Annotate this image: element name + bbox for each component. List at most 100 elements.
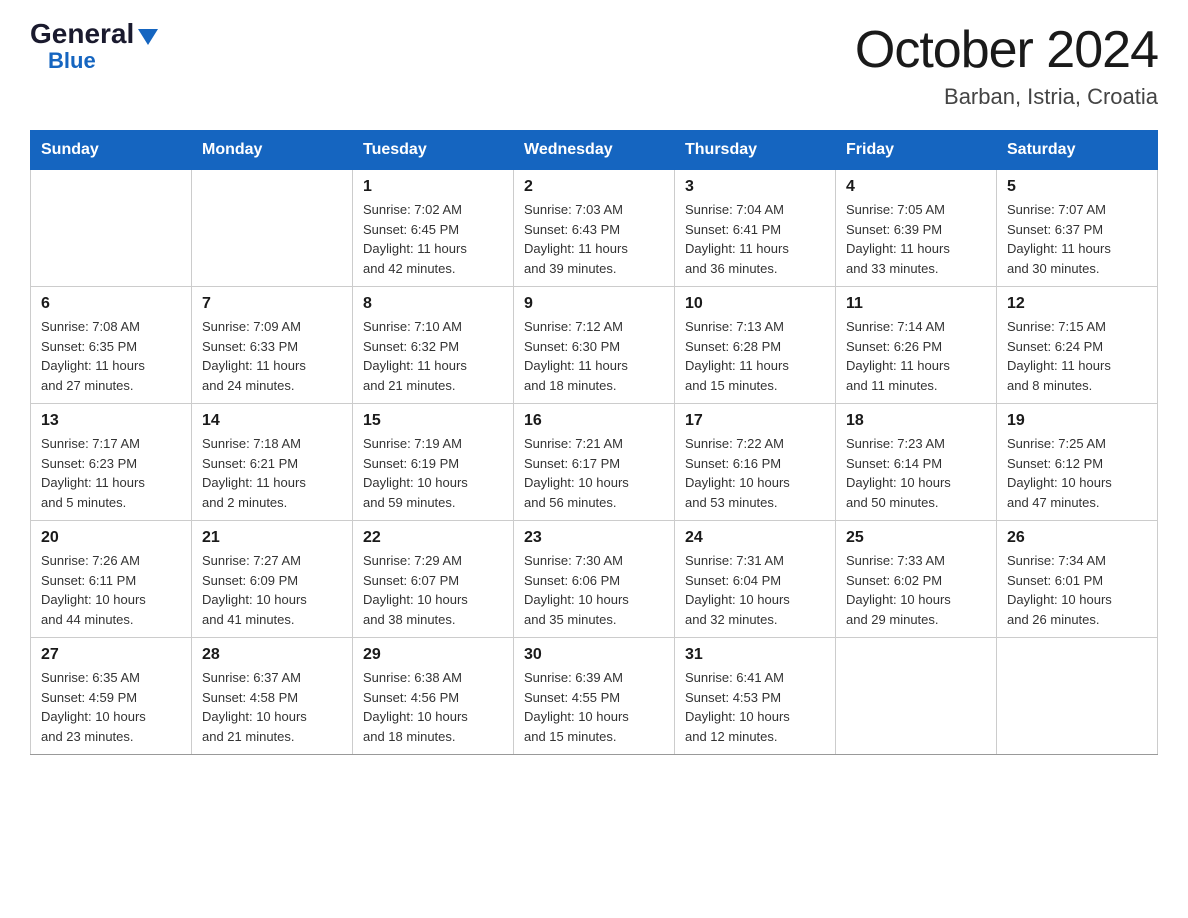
calendar-cell: 14 Sunrise: 7:18 AM Sunset: 6:21 PM Dayli…	[192, 404, 353, 521]
header-tuesday: Tuesday	[353, 131, 514, 170]
day-number: 17	[685, 412, 825, 430]
calendar-cell: 10 Sunrise: 7:13 AM Sunset: 6:28 PM Dayli…	[675, 287, 836, 404]
calendar-header-row: Sunday Monday Tuesday Wednesday Thursday…	[31, 131, 1158, 170]
calendar-cell: 16 Sunrise: 7:21 AM Sunset: 6:17 PM Dayli…	[514, 404, 675, 521]
calendar-cell: 26 Sunrise: 7:34 AM Sunset: 6:01 PM Dayli…	[997, 521, 1158, 638]
day-info: Sunrise: 7:27 AM Sunset: 6:09 PM Dayligh…	[202, 551, 342, 629]
header-saturday: Saturday	[997, 131, 1158, 170]
header-thursday: Thursday	[675, 131, 836, 170]
calendar-cell: 18Sunrise: 7:23 AM Sunset: 6:14 PM Dayli…	[836, 404, 997, 521]
day-number: 15	[363, 412, 503, 430]
day-number: 13	[41, 412, 181, 430]
day-info: Sunrise: 7:12 AM Sunset: 6:30 PM Dayligh…	[524, 317, 664, 395]
day-number: 14	[202, 412, 342, 430]
calendar-cell: 29 Sunrise: 6:38 AM Sunset: 4:56 PM Dayli…	[353, 638, 514, 755]
logo-blue-text: Blue	[48, 48, 96, 74]
calendar-cell: 13 Sunrise: 7:17 AM Sunset: 6:23 PM Dayli…	[31, 404, 192, 521]
day-info: Sunrise: 7:05 AM Sunset: 6:39 PM Dayligh…	[846, 200, 986, 278]
calendar-cell: 31Sunrise: 6:41 AM Sunset: 4:53 PM Dayli…	[675, 638, 836, 755]
calendar-subtitle: Barban, Istria, Croatia	[855, 84, 1158, 110]
day-number: 6	[41, 295, 181, 313]
header-monday: Monday	[192, 131, 353, 170]
header-friday: Friday	[836, 131, 997, 170]
day-info: Sunrise: 7:07 AM Sunset: 6:37 PM Dayligh…	[1007, 200, 1147, 278]
calendar-week-2: 6 Sunrise: 7:08 AM Sunset: 6:35 PM Daylig…	[31, 287, 1158, 404]
day-info: Sunrise: 6:35 AM Sunset: 4:59 PM Dayligh…	[41, 668, 181, 746]
day-info: Sunrise: 7:13 AM Sunset: 6:28 PM Dayligh…	[685, 317, 825, 395]
day-info: Sunrise: 7:29 AM Sunset: 6:07 PM Dayligh…	[363, 551, 503, 629]
calendar-cell: 20 Sunrise: 7:26 AM Sunset: 6:11 PM Dayli…	[31, 521, 192, 638]
calendar-week-1: 1Sunrise: 7:02 AM Sunset: 6:45 PM Daylig…	[31, 170, 1158, 287]
day-info: Sunrise: 7:03 AM Sunset: 6:43 PM Dayligh…	[524, 200, 664, 278]
day-info: Sunrise: 7:17 AM Sunset: 6:23 PM Dayligh…	[41, 434, 181, 512]
day-info: Sunrise: 7:25 AM Sunset: 6:12 PM Dayligh…	[1007, 434, 1147, 512]
day-info: Sunrise: 6:39 AM Sunset: 4:55 PM Dayligh…	[524, 668, 664, 746]
calendar-week-4: 20 Sunrise: 7:26 AM Sunset: 6:11 PM Dayli…	[31, 521, 1158, 638]
calendar-cell: 22 Sunrise: 7:29 AM Sunset: 6:07 PM Dayli…	[353, 521, 514, 638]
calendar-week-3: 13 Sunrise: 7:17 AM Sunset: 6:23 PM Dayli…	[31, 404, 1158, 521]
day-number: 31	[685, 646, 825, 664]
calendar-cell: 5 Sunrise: 7:07 AM Sunset: 6:37 PM Daylig…	[997, 170, 1158, 287]
logo-general-text: General	[30, 20, 134, 48]
day-number: 19	[1007, 412, 1147, 430]
calendar-cell	[997, 638, 1158, 755]
day-info: Sunrise: 7:33 AM Sunset: 6:02 PM Dayligh…	[846, 551, 986, 629]
day-info: Sunrise: 6:38 AM Sunset: 4:56 PM Dayligh…	[363, 668, 503, 746]
calendar-cell: 12Sunrise: 7:15 AM Sunset: 6:24 PM Dayli…	[997, 287, 1158, 404]
day-info: Sunrise: 7:08 AM Sunset: 6:35 PM Dayligh…	[41, 317, 181, 395]
day-info: Sunrise: 7:21 AM Sunset: 6:17 PM Dayligh…	[524, 434, 664, 512]
day-number: 28	[202, 646, 342, 664]
calendar-cell: 8Sunrise: 7:10 AM Sunset: 6:32 PM Daylig…	[353, 287, 514, 404]
logo-triangle-icon	[138, 29, 158, 45]
day-info: Sunrise: 6:37 AM Sunset: 4:58 PM Dayligh…	[202, 668, 342, 746]
day-info: Sunrise: 7:10 AM Sunset: 6:32 PM Dayligh…	[363, 317, 503, 395]
calendar-title: October 2024	[855, 20, 1158, 80]
day-number: 1	[363, 178, 503, 196]
calendar-cell: 27Sunrise: 6:35 AM Sunset: 4:59 PM Dayli…	[31, 638, 192, 755]
calendar-cell	[192, 170, 353, 287]
day-number: 29	[363, 646, 503, 664]
day-info: Sunrise: 7:09 AM Sunset: 6:33 PM Dayligh…	[202, 317, 342, 395]
calendar-cell	[836, 638, 997, 755]
calendar-cell	[31, 170, 192, 287]
calendar-cell: 11 Sunrise: 7:14 AM Sunset: 6:26 PM Dayli…	[836, 287, 997, 404]
calendar-cell: 4 Sunrise: 7:05 AM Sunset: 6:39 PM Daylig…	[836, 170, 997, 287]
calendar-cell: 25 Sunrise: 7:33 AM Sunset: 6:02 PM Dayli…	[836, 521, 997, 638]
calendar-cell: 30 Sunrise: 6:39 AM Sunset: 4:55 PM Dayli…	[514, 638, 675, 755]
day-number: 16	[524, 412, 664, 430]
day-number: 20	[41, 529, 181, 547]
day-number: 11	[846, 295, 986, 313]
day-number: 26	[1007, 529, 1147, 547]
day-number: 22	[363, 529, 503, 547]
calendar-cell: 9Sunrise: 7:12 AM Sunset: 6:30 PM Daylig…	[514, 287, 675, 404]
calendar-week-5: 27Sunrise: 6:35 AM Sunset: 4:59 PM Dayli…	[31, 638, 1158, 755]
day-info: Sunrise: 7:23 AM Sunset: 6:14 PM Dayligh…	[846, 434, 986, 512]
day-number: 21	[202, 529, 342, 547]
calendar-cell: 15 Sunrise: 7:19 AM Sunset: 6:19 PM Dayli…	[353, 404, 514, 521]
calendar-cell: 1Sunrise: 7:02 AM Sunset: 6:45 PM Daylig…	[353, 170, 514, 287]
header-sunday: Sunday	[31, 131, 192, 170]
day-number: 5	[1007, 178, 1147, 196]
calendar-cell: 6 Sunrise: 7:08 AM Sunset: 6:35 PM Daylig…	[31, 287, 192, 404]
day-info: Sunrise: 7:18 AM Sunset: 6:21 PM Dayligh…	[202, 434, 342, 512]
day-info: Sunrise: 7:14 AM Sunset: 6:26 PM Dayligh…	[846, 317, 986, 395]
day-info: Sunrise: 7:19 AM Sunset: 6:19 PM Dayligh…	[363, 434, 503, 512]
day-number: 24	[685, 529, 825, 547]
day-number: 2	[524, 178, 664, 196]
day-info: Sunrise: 7:26 AM Sunset: 6:11 PM Dayligh…	[41, 551, 181, 629]
calendar-cell: 3Sunrise: 7:04 AM Sunset: 6:41 PM Daylig…	[675, 170, 836, 287]
calendar-table: Sunday Monday Tuesday Wednesday Thursday…	[30, 130, 1158, 755]
title-block: October 2024 Barban, Istria, Croatia	[855, 20, 1158, 110]
page-header: General Blue October 2024 Barban, Istria…	[30, 20, 1158, 110]
calendar-cell: 19 Sunrise: 7:25 AM Sunset: 6:12 PM Dayli…	[997, 404, 1158, 521]
day-info: Sunrise: 7:04 AM Sunset: 6:41 PM Dayligh…	[685, 200, 825, 278]
day-info: Sunrise: 7:34 AM Sunset: 6:01 PM Dayligh…	[1007, 551, 1147, 629]
day-number: 4	[846, 178, 986, 196]
day-number: 25	[846, 529, 986, 547]
logo: General Blue	[30, 20, 158, 74]
day-number: 30	[524, 646, 664, 664]
day-info: Sunrise: 7:31 AM Sunset: 6:04 PM Dayligh…	[685, 551, 825, 629]
day-number: 10	[685, 295, 825, 313]
calendar-cell: 17Sunrise: 7:22 AM Sunset: 6:16 PM Dayli…	[675, 404, 836, 521]
calendar-cell: 23Sunrise: 7:30 AM Sunset: 6:06 PM Dayli…	[514, 521, 675, 638]
